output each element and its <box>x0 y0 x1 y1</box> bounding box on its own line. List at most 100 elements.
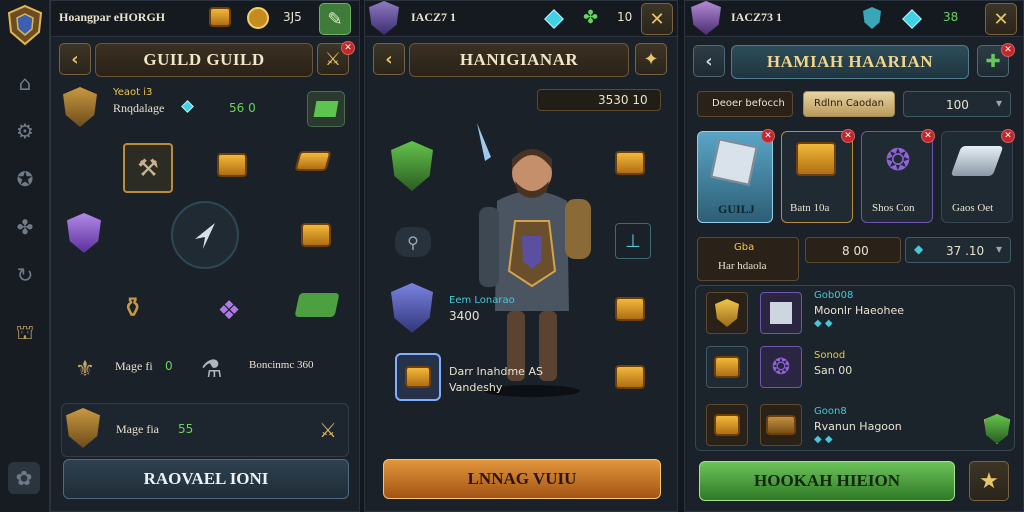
top-bar: IACZ73 1 38 ✕ <box>685 1 1023 37</box>
hero-shield-icon <box>369 1 399 35</box>
close-badge[interactable]: ✕ <box>1001 43 1015 57</box>
filter-1[interactable]: Deoer befocch <box>697 91 793 117</box>
green-shield-icon[interactable] <box>984 414 1010 444</box>
primary-action-button[interactable]: RAOVAEL IONI <box>63 459 349 499</box>
filter-dropdown[interactable]: 100 ▾ <box>903 91 1011 117</box>
close-button[interactable]: ✕ <box>985 3 1017 35</box>
clover-icon: ✤ <box>583 7 599 28</box>
row-name-2: Boncinmc 360 <box>249 359 314 371</box>
item-slot-3[interactable]: ❂ Shos Con <box>861 131 933 223</box>
potion-icon[interactable]: ❖ <box>207 289 251 333</box>
green-scroll-icon[interactable] <box>294 293 340 317</box>
list-title-3: Goon8 <box>814 406 847 417</box>
currency-value: 3530 10 <box>598 93 648 107</box>
back-button[interactable]: ‹ <box>373 43 405 75</box>
close-badge-4[interactable]: ✕ <box>1001 129 1015 143</box>
badge-icon[interactable]: ✪ <box>10 164 40 194</box>
list-item-cube-icon[interactable] <box>760 292 802 334</box>
settings-icon[interactable]: ✿ <box>8 462 40 494</box>
info-value-2-text: 37 .10 <box>946 244 985 258</box>
list-title-1: Gob008 <box>814 290 854 301</box>
hero-avatar-icon <box>691 1 721 35</box>
amulet-icon: ❂ <box>885 142 911 178</box>
hero-figure[interactable] <box>457 121 607 401</box>
purple-shield-icon[interactable] <box>67 213 101 253</box>
guild-label-2: Rnqdalage <box>113 101 165 115</box>
gold-bar-item-icon[interactable] <box>294 151 332 171</box>
guild-label-1: Yeaot i3 <box>113 87 153 98</box>
chest-item-icon[interactable] <box>217 153 247 177</box>
gem-icon: ◆ <box>914 242 924 256</box>
shield-stat-icon <box>863 7 881 29</box>
list-item-chest-icon[interactable] <box>706 346 748 388</box>
filter-2[interactable]: Rdlnn Caodan <box>803 91 895 117</box>
close-badge-2[interactable]: ✕ <box>841 129 855 143</box>
close-badge-1[interactable]: ✕ <box>761 129 775 143</box>
home-icon[interactable]: ⌂ <box>10 68 40 98</box>
list-item-chest-icon-2[interactable] <box>706 404 748 446</box>
puzzle-icon[interactable]: ✤ <box>10 212 40 242</box>
back-button[interactable]: ‹ <box>59 43 91 75</box>
list-item-amulet-icon[interactable]: ❂ <box>760 346 802 388</box>
row-item-2[interactable]: Mage fia 55 ⚔ <box>61 403 349 457</box>
close-badge[interactable]: ✕ <box>341 41 355 55</box>
cube-icon <box>710 138 758 186</box>
list-sub-2: San 00 <box>814 364 853 377</box>
horn-icon[interactable]: ⚱ <box>121 291 144 324</box>
list-icons-3: ◆ ◆ <box>814 434 833 445</box>
bottle-icon[interactable]: ⚗ <box>201 355 223 383</box>
panel-title: HANIGIANAR <box>409 43 629 77</box>
item-card-label: Darr Inahdme AS <box>449 365 543 378</box>
gold-amount: 3J5 <box>283 10 302 24</box>
player-name: Hoangpar eHORGH <box>59 10 166 24</box>
slot-label-1: GUILJ <box>718 202 755 216</box>
close-badge-3[interactable]: ✕ <box>921 129 935 143</box>
back-button[interactable]: ‹ <box>693 45 725 77</box>
avatar-badge[interactable] <box>6 4 44 46</box>
gem-icon <box>181 100 194 113</box>
primary-action-button[interactable]: HOOKAH HIEION <box>699 461 955 501</box>
star-button[interactable]: ✦ <box>635 43 667 75</box>
chest-icon-right-2[interactable] <box>615 297 645 321</box>
info-box: Gba Har hdaola <box>697 237 799 281</box>
filter-1-label: Deoer befocch <box>712 98 785 109</box>
chest-item-icon-2[interactable] <box>301 223 331 247</box>
crossed-swords-icon[interactable]: ⚔ <box>312 414 344 446</box>
list-item-box-icon[interactable] <box>760 404 802 446</box>
info-value-1: 8 00 <box>805 237 901 263</box>
info-value-1-text: 8 00 <box>842 244 869 258</box>
info-value-2[interactable]: ◆ 37 .10 ▾ <box>905 237 1011 263</box>
blue-shield-icon[interactable] <box>391 283 433 333</box>
item-slot-1[interactable]: GUILJ <box>697 131 773 223</box>
row-name-3: Mage fia <box>116 422 159 436</box>
gold-bar-icon <box>209 7 231 27</box>
selected-item-slot[interactable] <box>395 353 441 401</box>
list-item-shield-icon[interactable] <box>706 292 748 334</box>
edit-button[interactable]: ✎ <box>319 3 351 35</box>
rune-icon[interactable]: ⚲ <box>395 227 431 257</box>
favorite-button[interactable]: ★ <box>969 461 1009 501</box>
compass-icon[interactable] <box>171 201 239 269</box>
map-button[interactable]: ⊥ <box>615 223 651 259</box>
item-slot-4[interactable]: Gaos Oet <box>941 131 1013 223</box>
chest-icon-right-1[interactable] <box>615 151 645 175</box>
green-gem-button[interactable] <box>307 91 345 127</box>
axe-item-icon[interactable]: ⚒ <box>123 143 173 193</box>
guild-crest-icon <box>66 408 100 448</box>
primary-action-button[interactable]: LNNAG VUIU <box>383 459 661 499</box>
refresh-icon[interactable]: ↻ <box>10 260 40 290</box>
info-label-1: Gba <box>734 242 755 253</box>
chest-icon <box>796 142 836 176</box>
close-button[interactable]: ✕ <box>641 3 673 35</box>
crystal-icon <box>950 146 1004 176</box>
house-star-icon[interactable]: ⛫ <box>10 318 40 348</box>
top-value: 38 <box>943 10 959 24</box>
green-crest-icon[interactable] <box>391 141 433 191</box>
gear-icon[interactable]: ⚙ <box>10 116 40 146</box>
chest-icon-right-3[interactable] <box>615 365 645 389</box>
slot-label-2: Batn 10a <box>790 202 830 214</box>
guild-shield-icon <box>63 87 97 127</box>
chevron-down-icon: ▾ <box>995 96 1002 110</box>
game-screen: ⌂ ⚙ ✪ ✤ ↻ ⛫ ✿ Hoangpar eHORGH 3J5 ✎ ‹ GU… <box>0 0 1024 512</box>
item-slot-2[interactable]: Batn 10a <box>781 131 853 223</box>
